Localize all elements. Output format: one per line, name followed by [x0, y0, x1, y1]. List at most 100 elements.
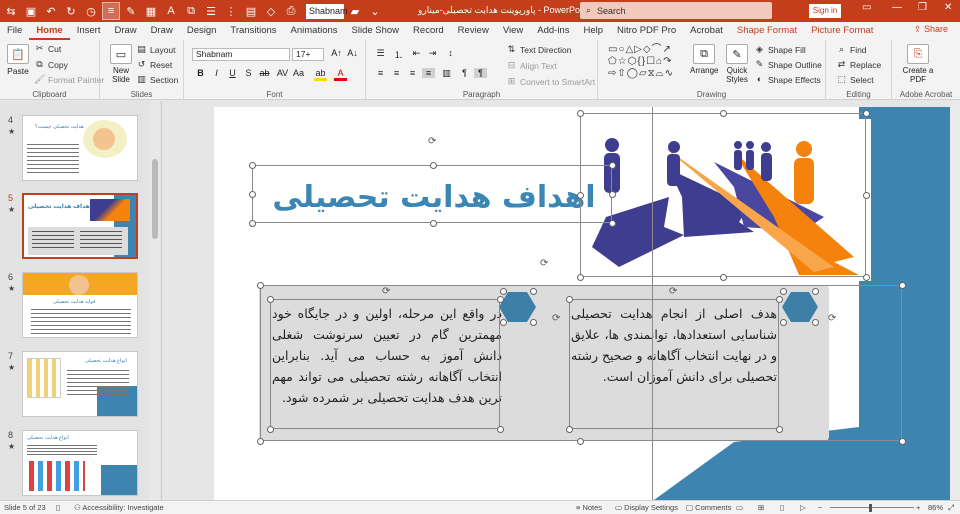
- color-icon[interactable]: ▰: [346, 2, 364, 20]
- slide-sorter-icon[interactable]: ⊞: [758, 503, 764, 512]
- bullets-icon[interactable]: ☰: [202, 2, 220, 20]
- zoom-thumb[interactable]: [869, 504, 872, 512]
- section-button[interactable]: ▥ Section: [136, 74, 178, 85]
- rotate-handle-icon[interactable]: ⟳: [669, 287, 679, 297]
- justify-icon[interactable]: ≡: [422, 68, 435, 78]
- select-button[interactable]: ⬚ Select: [836, 74, 873, 85]
- decrease-indent-icon[interactable]: ⇤: [410, 48, 423, 59]
- tab-draw[interactable]: Draw: [107, 22, 143, 40]
- paste-button[interactable]: 📋 Paste: [5, 44, 31, 76]
- tab-slide-show[interactable]: Slide Show: [345, 22, 407, 40]
- resize-handle[interactable]: [566, 426, 573, 433]
- italic-icon[interactable]: I: [210, 68, 223, 78]
- resize-handle[interactable]: [776, 296, 783, 303]
- resize-handle[interactable]: [863, 274, 870, 281]
- resize-handle[interactable]: [267, 296, 274, 303]
- resize-handle[interactable]: [497, 426, 504, 433]
- resize-handle[interactable]: [530, 288, 537, 295]
- restore-icon[interactable]: ❐: [918, 2, 927, 13]
- resize-handle[interactable]: [530, 319, 537, 326]
- resize-handle[interactable]: [780, 288, 787, 295]
- new-slide-button[interactable]: ▭ New Slide: [108, 44, 134, 84]
- undo-icon[interactable]: ↶: [42, 2, 60, 20]
- print-icon[interactable]: ⎙: [282, 2, 300, 20]
- increase-font-icon[interactable]: A↑: [330, 48, 343, 58]
- convert-smartart-button[interactable]: ⊞ Convert to SmartArt: [506, 76, 595, 87]
- tab-animations[interactable]: Animations: [284, 22, 345, 40]
- shadow-icon[interactable]: S: [242, 68, 255, 78]
- resize-handle[interactable]: [720, 274, 727, 281]
- autosave-icon[interactable]: ⇆: [2, 2, 20, 20]
- zoom-in-icon[interactable]: +: [916, 503, 920, 512]
- tab-design[interactable]: Design: [180, 22, 224, 40]
- tab-transitions[interactable]: Transitions: [223, 22, 283, 40]
- customize-qat-icon[interactable]: ⌄: [366, 2, 384, 20]
- format-painter-button[interactable]: 🖌 Format Painter: [34, 74, 104, 85]
- minimize-icon[interactable]: —: [892, 2, 902, 13]
- tab-shape-format[interactable]: Shape Format: [730, 22, 804, 40]
- increase-indent-icon[interactable]: ⇥: [426, 48, 439, 59]
- underline-icon[interactable]: U: [226, 68, 239, 78]
- zoom-level[interactable]: 86%: [928, 503, 943, 512]
- slide-scrollbar[interactable]: [950, 101, 960, 500]
- char-spacing-icon[interactable]: AV: [276, 68, 289, 78]
- align-left-icon[interactable]: ≡: [374, 68, 387, 78]
- resize-handle[interactable]: [899, 282, 906, 289]
- font-name-combo[interactable]: Shabnam: [192, 48, 290, 61]
- cut-button[interactable]: ✂ Cut: [34, 43, 62, 54]
- resize-handle[interactable]: [257, 438, 264, 445]
- resize-handle[interactable]: [577, 192, 584, 199]
- resize-handle[interactable]: [500, 288, 507, 295]
- resize-handle[interactable]: [720, 110, 727, 117]
- thumbnail-scrollbar[interactable]: [150, 101, 160, 500]
- numbered-list-icon[interactable]: ⒈: [392, 48, 405, 61]
- tab-insert[interactable]: Insert: [70, 22, 108, 40]
- tab-home[interactable]: Home: [29, 22, 70, 40]
- resize-handle[interactable]: [249, 191, 256, 198]
- find-button[interactable]: ⌕ Find: [836, 44, 867, 55]
- resize-handle[interactable]: [566, 296, 573, 303]
- quick-styles-button[interactable]: ✎ Quick Styles: [722, 44, 752, 84]
- bold-icon[interactable]: B: [194, 68, 207, 78]
- font-size-combo[interactable]: 17+: [292, 48, 324, 61]
- resize-handle[interactable]: [863, 192, 870, 199]
- resize-handle[interactable]: [812, 319, 819, 326]
- resize-handle[interactable]: [500, 319, 507, 326]
- accessibility-status[interactable]: ⚇ Accessibility: Investigate: [74, 503, 164, 512]
- decrease-font-icon[interactable]: A↓: [346, 48, 359, 58]
- slide-thumbnail-4[interactable]: هدایت تحصیلی چیست؟: [22, 115, 138, 181]
- resize-handle[interactable]: [609, 191, 616, 198]
- zoom-out-icon[interactable]: −: [818, 503, 822, 512]
- shapes-qat-icon[interactable]: ◇: [262, 2, 280, 20]
- reading-view-icon[interactable]: ▯: [780, 503, 784, 512]
- tab-file[interactable]: File: [0, 22, 29, 40]
- shape-outline-button[interactable]: ✎ Shape Outline: [754, 59, 822, 70]
- close-icon[interactable]: ✕: [944, 2, 952, 13]
- shape-fill-button[interactable]: ◈ Shape Fill: [754, 44, 806, 55]
- layout-button[interactable]: ▤ Layout: [136, 44, 175, 55]
- resize-handle[interactable]: [249, 220, 256, 227]
- rotate-handle-icon[interactable]: ⟳: [828, 314, 838, 324]
- numbering-icon[interactable]: ⋮: [222, 2, 240, 20]
- shape-effects-button[interactable]: ◐ Shape Effects: [754, 74, 821, 85]
- resize-handle[interactable]: [863, 110, 870, 117]
- reset-button[interactable]: ↺ Reset: [136, 59, 173, 70]
- tab-help[interactable]: Help: [576, 22, 610, 40]
- tab-picture-format[interactable]: Picture Format: [804, 22, 880, 40]
- slide-thumbnail-5[interactable]: اهداف هدایت تحصیلی: [22, 193, 138, 259]
- format-painter-qat-icon[interactable]: ✎: [122, 2, 140, 20]
- slide-thumbnail-8[interactable]: انواع هدایت تحصیلی: [22, 430, 138, 496]
- zoom-slider[interactable]: [830, 507, 914, 508]
- resize-handle[interactable]: [609, 220, 616, 227]
- normal-view-icon[interactable]: ▭: [736, 503, 743, 512]
- resize-handle[interactable]: [780, 319, 787, 326]
- resize-handle[interactable]: [577, 438, 584, 445]
- tab-add-ins[interactable]: Add-ins: [530, 22, 576, 40]
- table-icon[interactable]: ▦: [142, 2, 160, 20]
- tab-review[interactable]: Review: [451, 22, 496, 40]
- font-color-icon[interactable]: A: [334, 68, 347, 81]
- search-input[interactable]: ⌕ Search: [580, 2, 772, 19]
- tab-nitro[interactable]: Nitro PDF Pro: [610, 22, 683, 40]
- copy-button[interactable]: ⧉ Copy: [34, 59, 68, 70]
- redo-icon[interactable]: ↻: [62, 2, 80, 20]
